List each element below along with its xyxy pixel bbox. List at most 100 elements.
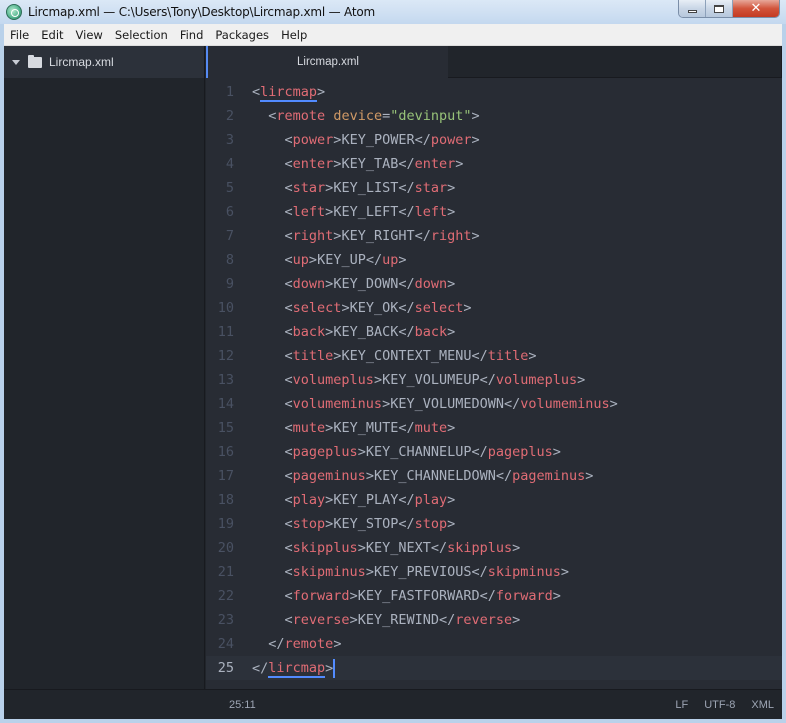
xml-tag-name: volumeplus xyxy=(292,372,374,388)
window-titlebar[interactable]: Lircmap.xml — C:\Users\Tony\Desktop\Lirc… xyxy=(0,0,786,24)
line-number[interactable]: 8 xyxy=(206,252,252,268)
line-number[interactable]: 17 xyxy=(206,468,252,484)
status-bar: 25:11 LF UTF-8 XML xyxy=(4,689,782,719)
line-number[interactable]: 21 xyxy=(206,564,252,580)
line-number[interactable]: 14 xyxy=(206,396,252,412)
code-line[interactable]: 10 <select>KEY_OK</select> xyxy=(206,296,782,320)
xml-tag-name: pageplus xyxy=(487,444,553,460)
line-number[interactable]: 13 xyxy=(206,372,252,388)
xml-tag-name: volumeplus xyxy=(495,372,578,388)
close-button[interactable]: ✕ xyxy=(733,0,779,17)
xml-tag-name: forward xyxy=(495,588,553,604)
xml-bracket: </ xyxy=(495,468,513,484)
code-line[interactable]: 11 <back>KEY_BACK</back> xyxy=(206,320,782,344)
code-text: <pageminus>KEY_CHANNELDOWN</pageminus> xyxy=(252,468,594,484)
cursor-position[interactable]: 25:11 xyxy=(229,699,256,711)
line-number[interactable]: 10 xyxy=(206,300,252,316)
code-text: <enter>KEY_TAB</enter> xyxy=(252,156,464,172)
code-line[interactable]: 13 <volumeplus>KEY_VOLUMEUP</volumeplus> xyxy=(206,368,782,392)
line-number[interactable]: 20 xyxy=(206,540,252,556)
line-number[interactable]: 15 xyxy=(206,420,252,436)
xml-tag-name: pageminus xyxy=(292,468,366,484)
minimize-button[interactable] xyxy=(679,0,706,17)
maximize-icon xyxy=(714,4,724,13)
tab-lircmap-xml[interactable]: Lircmap.xml xyxy=(206,46,448,78)
code-line[interactable]: 16 <pageplus>KEY_CHANNELUP</pageplus> xyxy=(206,440,782,464)
xml-bracket: </ xyxy=(398,180,415,196)
code-line[interactable]: 8 <up>KEY_UP</up> xyxy=(206,248,782,272)
code-line[interactable]: 9 <down>KEY_DOWN</down> xyxy=(206,272,782,296)
tree-root-folder[interactable]: Lircmap.xml xyxy=(4,46,204,78)
line-ending-selector[interactable]: LF xyxy=(675,699,688,711)
code-line[interactable]: 17 <pageminus>KEY_CHANNELDOWN</pageminus… xyxy=(206,464,782,488)
chevron-down-icon[interactable] xyxy=(12,59,20,65)
line-number[interactable]: 12 xyxy=(206,348,252,364)
line-number[interactable]: 23 xyxy=(206,612,252,628)
menu-find[interactable]: Find xyxy=(174,25,210,45)
xml-bracket: > xyxy=(560,564,570,580)
code-line[interactable]: 23 <reverse>KEY_REWIND</reverse> xyxy=(206,608,782,632)
code-line[interactable]: 21 <skipminus>KEY_PREVIOUS</skipminus> xyxy=(206,560,782,584)
xml-bracket: > xyxy=(349,588,358,604)
xml-bracket: > xyxy=(609,396,618,412)
code-line[interactable]: 3 <power>KEY_POWER</power> xyxy=(206,128,782,152)
maximize-button[interactable] xyxy=(706,0,733,17)
xml-bracket: < xyxy=(284,204,293,220)
code-line[interactable]: 25 </lircmap> xyxy=(206,656,782,680)
xml-bracket: </ xyxy=(471,444,488,460)
grammar-selector[interactable]: XML xyxy=(751,699,774,711)
code-line[interactable]: 6 <left>KEY_LEFT</left> xyxy=(206,200,782,224)
line-number[interactable]: 18 xyxy=(206,492,252,508)
menu-packages[interactable]: Packages xyxy=(209,25,275,45)
line-number[interactable]: 11 xyxy=(206,324,252,340)
line-number[interactable]: 4 xyxy=(206,156,252,172)
xml-tag-name: skipminus xyxy=(487,564,561,580)
menu-file[interactable]: File xyxy=(4,25,35,45)
line-number[interactable]: 3 xyxy=(206,132,252,148)
xml-bracket: < xyxy=(284,348,293,364)
code-line[interactable]: 24 </remote> xyxy=(206,632,782,656)
window-controls: ✕ xyxy=(678,0,780,18)
menu-selection[interactable]: Selection xyxy=(109,25,174,45)
xml-bracket: > xyxy=(471,228,480,244)
atom-logo-icon xyxy=(6,4,22,20)
encoding-selector[interactable]: UTF-8 xyxy=(704,699,735,711)
xml-bracket: < xyxy=(284,468,293,484)
line-number[interactable]: 25 xyxy=(206,660,252,676)
code-line[interactable]: 1 <lircmap> xyxy=(206,80,782,104)
status-bar-right: LF UTF-8 XML xyxy=(675,699,774,711)
line-number[interactable]: 2 xyxy=(206,108,252,124)
line-number[interactable]: 7 xyxy=(206,228,252,244)
code-line[interactable]: 7 <right>KEY_RIGHT</right> xyxy=(206,224,782,248)
line-number[interactable]: 6 xyxy=(206,204,252,220)
menu-view[interactable]: View xyxy=(70,25,109,45)
line-number[interactable]: 16 xyxy=(206,444,252,460)
line-number[interactable]: 19 xyxy=(206,516,252,532)
code-editor[interactable]: 1 <lircmap> 2 <remote device="devinput"> 3 … xyxy=(206,78,782,680)
code-text: <skipplus>KEY_NEXT</skipplus> xyxy=(252,540,521,556)
xml-bracket: < xyxy=(284,372,293,388)
xml-bracket: </ xyxy=(479,372,496,388)
menu-edit[interactable]: Edit xyxy=(35,25,69,45)
code-line[interactable]: 19 <stop>KEY_STOP</stop> xyxy=(206,512,782,536)
xml-tag-name: play xyxy=(292,492,326,508)
code-line[interactable]: 20 <skipplus>KEY_NEXT</skipplus> xyxy=(206,536,782,560)
line-number[interactable]: 9 xyxy=(206,276,252,292)
line-number[interactable]: 22 xyxy=(206,588,252,604)
code-line[interactable]: 14 <volumeminus>KEY_VOLUMEDOWN</volumemi… xyxy=(206,392,782,416)
code-line[interactable]: 4 <enter>KEY_TAB</enter> xyxy=(206,152,782,176)
tab-bar-empty-area[interactable] xyxy=(448,46,782,78)
code-line[interactable]: 2 <remote device="devinput"> xyxy=(206,104,782,128)
xml-text-content: KEY_MUTE xyxy=(333,420,399,436)
line-number[interactable]: 5 xyxy=(206,180,252,196)
xml-bracket: < xyxy=(284,156,293,172)
code-line[interactable]: 5 <star>KEY_LIST</star> xyxy=(206,176,782,200)
close-icon: ✕ xyxy=(750,1,762,16)
line-number[interactable]: 24 xyxy=(206,636,252,652)
menu-help[interactable]: Help xyxy=(275,25,313,45)
code-line[interactable]: 18 <play>KEY_PLAY</play> xyxy=(206,488,782,512)
code-line[interactable]: 15 <mute>KEY_MUTE</mute> xyxy=(206,416,782,440)
line-number[interactable]: 1 xyxy=(206,84,252,100)
code-line[interactable]: 12 <title>KEY_CONTEXT_MENU</title> xyxy=(206,344,782,368)
code-line[interactable]: 22 <forward>KEY_FASTFORWARD</forward> xyxy=(206,584,782,608)
